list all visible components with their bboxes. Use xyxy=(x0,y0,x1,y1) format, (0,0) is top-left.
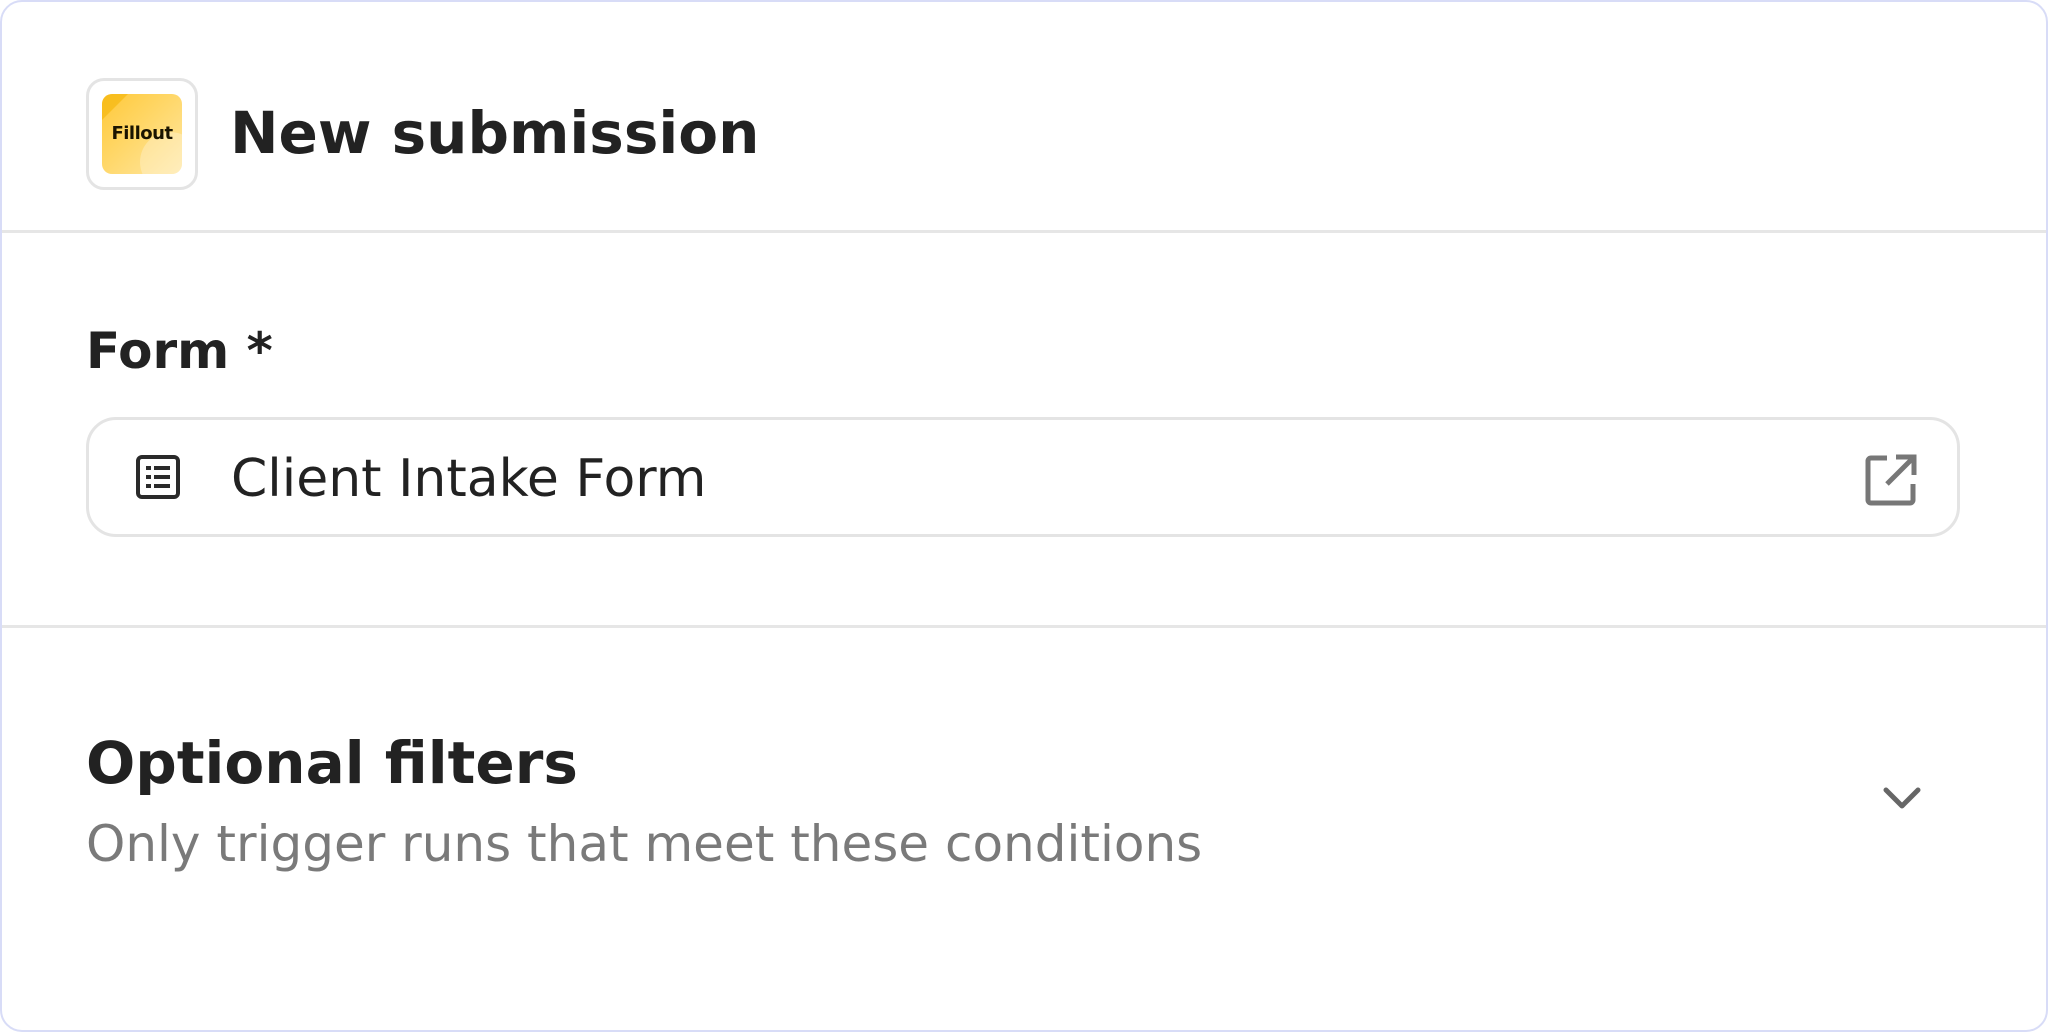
filters-description: Only trigger runs that meet these condit… xyxy=(86,815,1203,873)
trigger-card: Fillout New submission Form * Client Int… xyxy=(0,0,2048,1032)
selected-form-value: Client Intake Form xyxy=(231,449,707,509)
form-select-field[interactable]: Client Intake Form xyxy=(86,417,1960,537)
trigger-title: New submission xyxy=(230,99,760,167)
open-external-icon[interactable] xyxy=(1863,452,1919,508)
optional-filters-section[interactable]: Optional filters Only trigger runs that … xyxy=(2,628,2046,1030)
list-icon xyxy=(136,455,180,499)
form-field-label: Form * xyxy=(86,322,273,380)
filters-title: Optional filters xyxy=(86,729,578,797)
card-header: Fillout New submission xyxy=(2,2,2046,233)
form-section: Form * Client Intake Form xyxy=(2,233,2046,628)
fillout-logo-icon: Fillout xyxy=(102,94,182,174)
chevron-down-icon[interactable] xyxy=(1880,776,1924,820)
logo-text: Fillout xyxy=(111,123,173,144)
app-logo: Fillout xyxy=(86,78,198,190)
